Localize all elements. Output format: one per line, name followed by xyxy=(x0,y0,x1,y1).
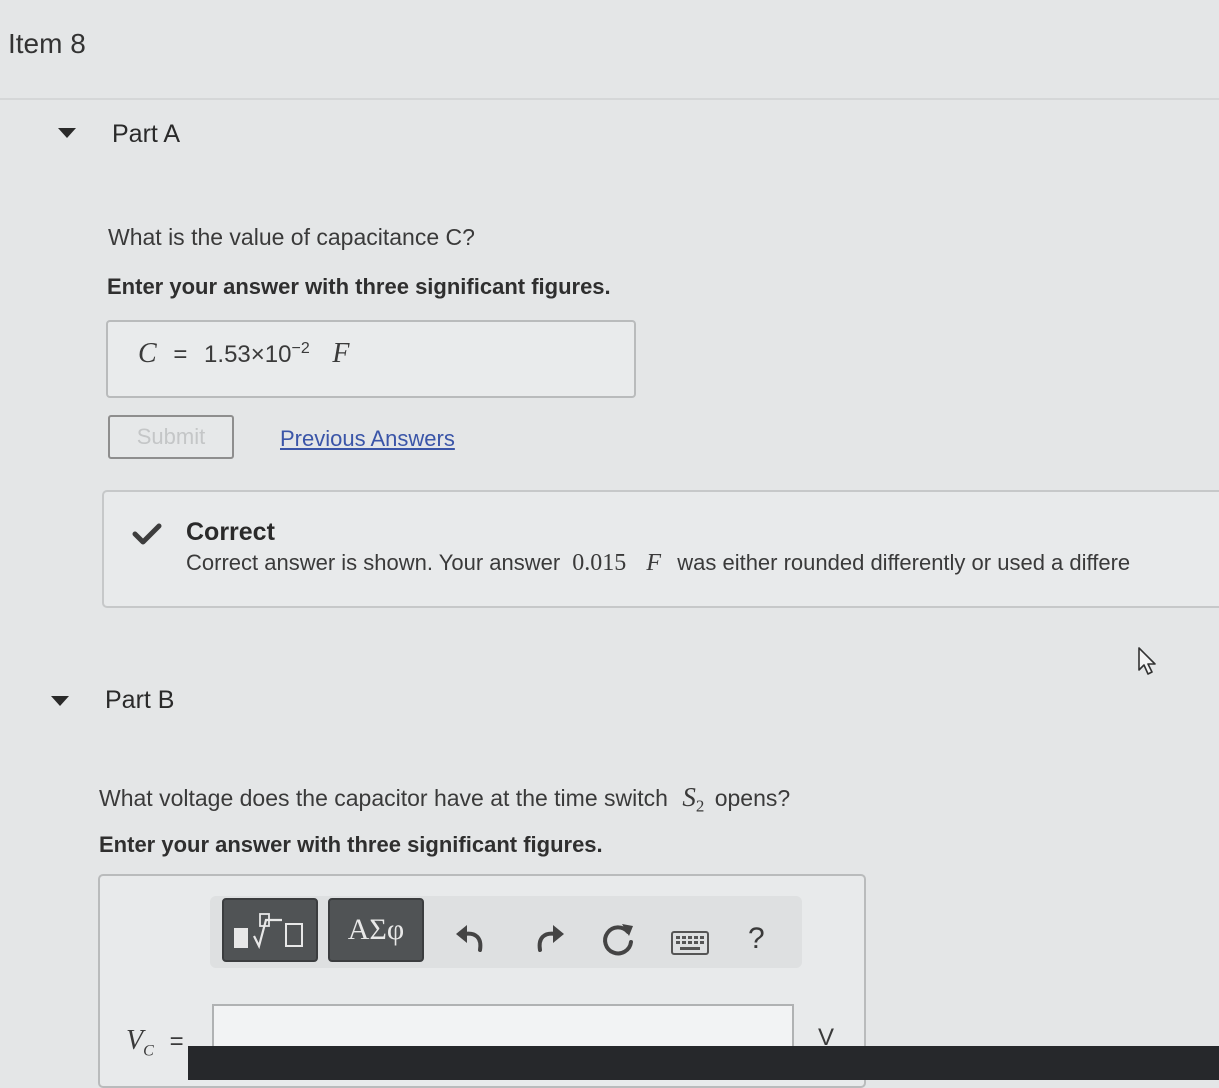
answer-unit: F xyxy=(332,338,350,369)
answer-equals: = xyxy=(173,341,188,368)
feedback-text-before: Correct answer is shown. Your answer xyxy=(186,550,561,575)
answer-variable: C xyxy=(138,338,157,369)
part-b-question: What voltage does the capacitor have at … xyxy=(99,782,790,817)
feedback-value: 0.015 xyxy=(572,550,627,576)
greek-symbols-button[interactable]: ΑΣφ xyxy=(328,898,424,962)
part-b-question-after: opens? xyxy=(714,785,791,811)
feedback-unit: F xyxy=(646,550,662,576)
part-a-answer: C = 1.53×10−2 F xyxy=(138,338,350,370)
answer-exponent: −2 xyxy=(291,340,310,357)
reset-icon[interactable] xyxy=(598,920,638,958)
part-b-question-before: What voltage does the capacitor have at … xyxy=(99,785,668,811)
check-icon xyxy=(132,523,162,545)
fraction-root-template-icon xyxy=(234,913,303,950)
feedback-box: Correct Correct answer is shown. Your an… xyxy=(102,490,1219,608)
keyboard-icon[interactable] xyxy=(670,930,710,956)
collapse-caret-icon-part-a[interactable] xyxy=(58,128,76,138)
part-a-instruction: Enter your answer with three significant… xyxy=(107,274,611,299)
collapse-caret-icon-part-b[interactable] xyxy=(51,696,69,706)
switch-subscript: 2 xyxy=(695,796,705,816)
undo-icon[interactable] xyxy=(452,920,492,956)
part-a-answer-box: C = 1.53×10−2 F xyxy=(106,320,636,398)
vc-label: VC = xyxy=(126,1024,184,1061)
vc-subscript: C xyxy=(143,1042,154,1060)
part-b-instruction: Enter your answer with three significant… xyxy=(99,832,603,857)
part-b-title[interactable]: Part B xyxy=(105,686,174,715)
vc-symbol: V xyxy=(126,1025,144,1056)
previous-answers-link[interactable]: Previous Answers xyxy=(280,426,455,452)
part-a-title[interactable]: Part A xyxy=(112,120,180,149)
feedback-text-after: was either rounded differently or used a… xyxy=(677,550,1131,575)
item-title: Item 8 xyxy=(8,28,86,59)
vc-equals: = xyxy=(169,1028,184,1055)
feedback-title: Correct xyxy=(186,518,275,546)
part-a-question: What is the value of capacitance C? xyxy=(108,224,475,250)
submit-button[interactable]: Submit xyxy=(108,415,234,459)
feedback-text: Correct answer is shown. Your answer 0.0… xyxy=(186,550,1130,577)
taskbar xyxy=(188,1046,1219,1080)
help-button[interactable]: ? xyxy=(748,922,765,956)
switch-symbol: S xyxy=(682,782,696,812)
templates-button[interactable] xyxy=(222,898,318,962)
answer-mantissa: 1.53×10 xyxy=(204,341,292,368)
redo-icon[interactable] xyxy=(528,920,568,956)
item-divider xyxy=(0,98,1219,100)
mouse-cursor-icon xyxy=(1138,647,1156,675)
